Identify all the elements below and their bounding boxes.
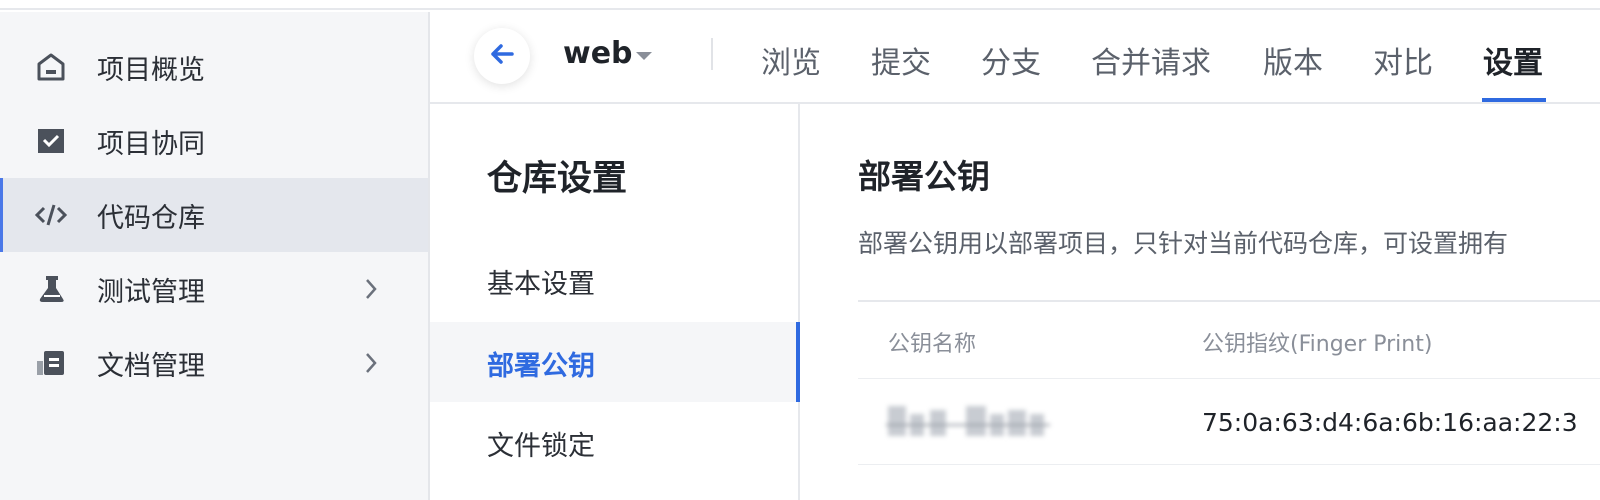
settings-submenu: 仓库设置 基本设置 部署公钥 文件锁定 bbox=[430, 104, 800, 500]
caret-down-icon[interactable] bbox=[636, 52, 652, 60]
chevron-right-icon bbox=[360, 346, 382, 380]
submenu-item-deploy-keys[interactable]: 部署公钥 bbox=[430, 322, 800, 402]
submenu-item-label: 文件锁定 bbox=[487, 431, 595, 462]
sidebar-item-test-mgmt[interactable]: 测试管理 bbox=[0, 252, 428, 326]
check-board-icon bbox=[34, 124, 68, 158]
sidebar: 项目概览 项目协同 代码仓库 测试管理 文档管理 bbox=[0, 12, 430, 500]
table-divider bbox=[858, 378, 1600, 379]
top-border bbox=[0, 0, 1600, 10]
submenu-item-label: 部署公钥 bbox=[487, 351, 595, 382]
main-content: 部署公钥 部署公钥用以部署项目，只针对当前代码仓库，可设置拥有 公钥名称 公钥指… bbox=[800, 104, 1600, 500]
sidebar-item-label: 文档管理 bbox=[97, 350, 205, 382]
tab-settings[interactable]: 设置 bbox=[1483, 38, 1543, 82]
table-cell-fingerprint: 75:0a:63:d4:6a:6b:16:aa:22:3 bbox=[1202, 408, 1578, 437]
tab-merge-requests[interactable]: 合并请求 bbox=[1091, 38, 1211, 82]
sidebar-item-code-repo[interactable]: 代码仓库 bbox=[0, 178, 428, 252]
tab-commits[interactable]: 提交 bbox=[871, 38, 931, 82]
arrow-left-icon bbox=[489, 43, 515, 69]
column-header-fingerprint: 公钥指纹(Finger Print) bbox=[1202, 332, 1433, 357]
tab-releases[interactable]: 版本 bbox=[1263, 38, 1323, 82]
repo-selector[interactable]: web bbox=[563, 36, 633, 71]
back-button[interactable] bbox=[474, 28, 530, 84]
submenu-item-basic[interactable]: 基本设置 bbox=[430, 240, 798, 320]
sidebar-item-label: 项目概览 bbox=[97, 54, 205, 86]
active-tab-indicator bbox=[1482, 98, 1546, 102]
column-header-key-name: 公钥名称 bbox=[888, 332, 977, 357]
home-icon bbox=[34, 50, 68, 84]
tab-compare[interactable]: 对比 bbox=[1373, 38, 1433, 82]
table-divider bbox=[858, 464, 1600, 465]
sidebar-item-project-overview[interactable]: 项目概览 bbox=[0, 30, 428, 104]
sidebar-item-label: 代码仓库 bbox=[97, 202, 205, 234]
repo-header: web 浏览 提交 分支 合并请求 版本 对比 设置 bbox=[430, 12, 1600, 104]
code-icon bbox=[34, 198, 68, 232]
sidebar-item-label: 测试管理 bbox=[97, 276, 205, 308]
page-title: 部署公钥 bbox=[858, 157, 990, 196]
chevron-right-icon bbox=[360, 272, 382, 306]
submenu-title: 仓库设置 bbox=[487, 159, 628, 199]
divider bbox=[711, 38, 713, 70]
table-divider bbox=[858, 300, 1600, 302]
flask-icon bbox=[34, 272, 68, 306]
sidebar-item-label: 项目协同 bbox=[97, 128, 205, 160]
submenu-item-file-lock[interactable]: 文件锁定 bbox=[430, 402, 798, 482]
submenu-item-label: 基本设置 bbox=[487, 269, 595, 300]
page-description: 部署公钥用以部署项目，只针对当前代码仓库，可设置拥有 bbox=[858, 229, 1509, 258]
redacted-key-name bbox=[886, 404, 1050, 440]
sidebar-item-doc-mgmt[interactable]: 文档管理 bbox=[0, 326, 428, 400]
tab-browse[interactable]: 浏览 bbox=[761, 38, 821, 82]
tab-branches[interactable]: 分支 bbox=[981, 38, 1041, 82]
sidebar-item-project-collab[interactable]: 项目协同 bbox=[0, 104, 428, 178]
document-icon bbox=[34, 346, 68, 380]
